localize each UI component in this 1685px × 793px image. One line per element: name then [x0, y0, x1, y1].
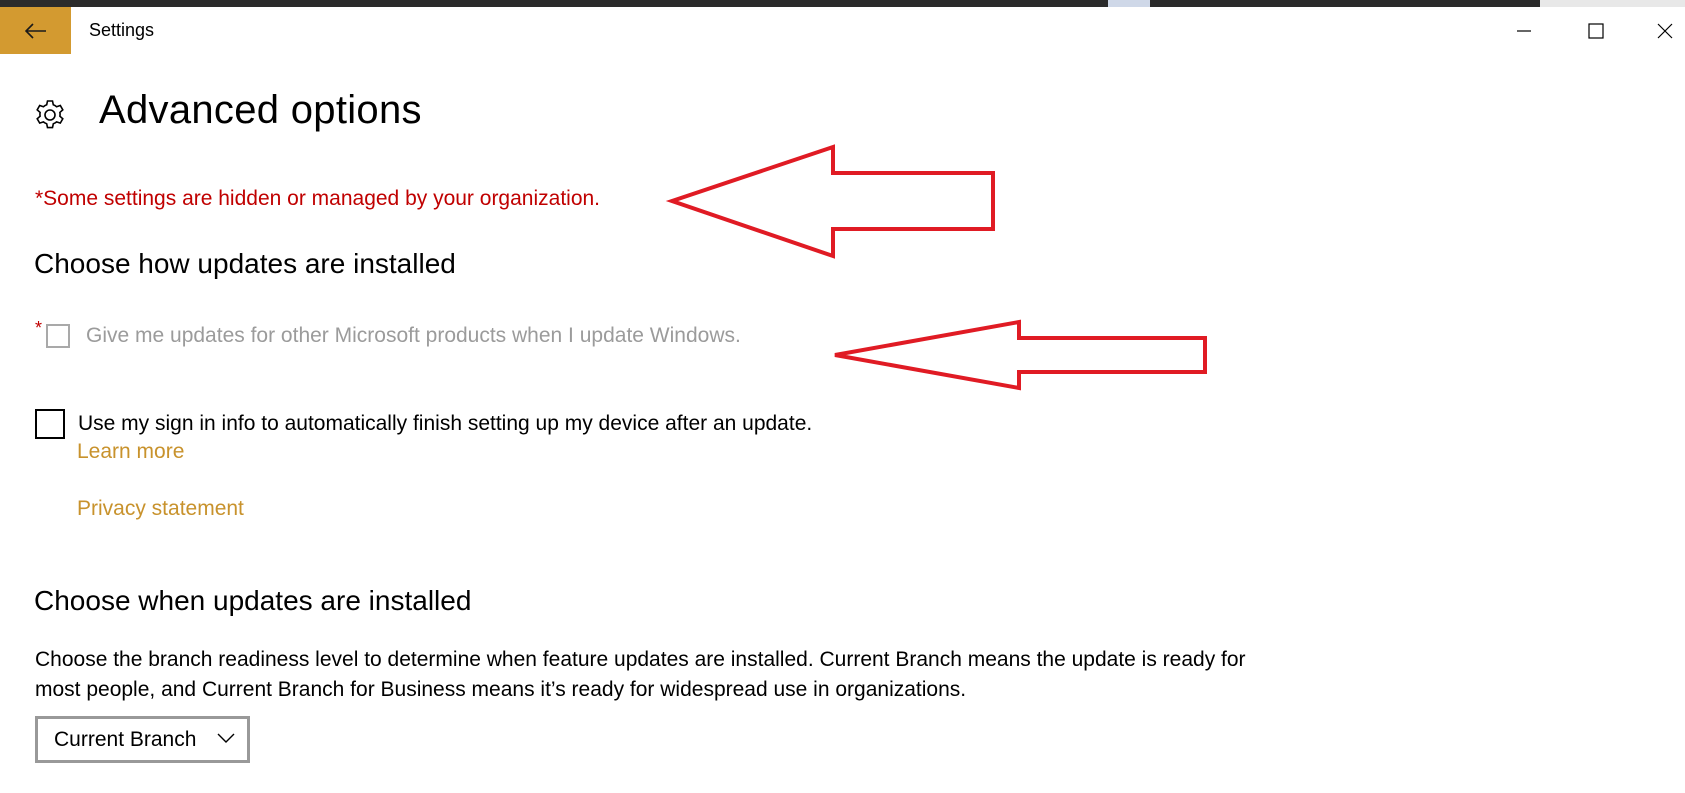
taskbar-strip — [0, 0, 1685, 7]
sign-in-label: Use my sign in info to automatically fin… — [78, 412, 813, 435]
gear-icon — [36, 100, 64, 129]
taskbar-thumbnail — [1108, 0, 1150, 7]
microsoft-products-checkbox[interactable] — [46, 324, 70, 348]
install-section-heading: Choose how updates are installed — [34, 248, 456, 279]
minimize-button[interactable] — [1494, 7, 1554, 54]
close-button[interactable] — [1635, 7, 1685, 54]
maximize-icon — [1588, 22, 1604, 39]
privacy-statement-link[interactable]: Privacy statement — [77, 497, 244, 521]
branch-select-value: Current Branch — [54, 727, 197, 751]
branch-description: Choose the branch readiness level to det… — [35, 648, 1246, 701]
annotation-arrow-notice — [665, 144, 995, 259]
back-arrow-icon — [24, 22, 46, 39]
close-icon — [1657, 23, 1673, 38]
annotation-arrow-checkbox — [834, 319, 1207, 391]
sign-in-checkbox[interactable] — [35, 409, 65, 439]
minimize-icon — [1517, 29, 1531, 32]
managed-settings-notice: *Some settings are hidden or managed by … — [35, 187, 601, 210]
learn-more-link[interactable]: Learn more — [77, 440, 184, 464]
branch-select[interactable]: Current Branch — [35, 716, 250, 763]
app-title: Settings — [89, 20, 155, 40]
back-button[interactable] — [0, 7, 71, 54]
microsoft-products-label: Give me updates for other Microsoft prod… — [86, 324, 741, 347]
sign-in-option: Use my sign in info to automatically fin… — [35, 409, 812, 439]
chevron-down-icon — [217, 733, 235, 743]
title-bar: Settings — [0, 7, 1685, 54]
managed-asterisk: * — [35, 318, 43, 338]
taskbar-light-segment — [1540, 0, 1685, 7]
microsoft-products-option: Give me updates for other Microsoft prod… — [46, 324, 741, 348]
page-title: Advanced options — [99, 88, 422, 132]
maximize-button[interactable] — [1566, 7, 1626, 54]
when-section-heading: Choose when updates are installed — [34, 585, 472, 616]
